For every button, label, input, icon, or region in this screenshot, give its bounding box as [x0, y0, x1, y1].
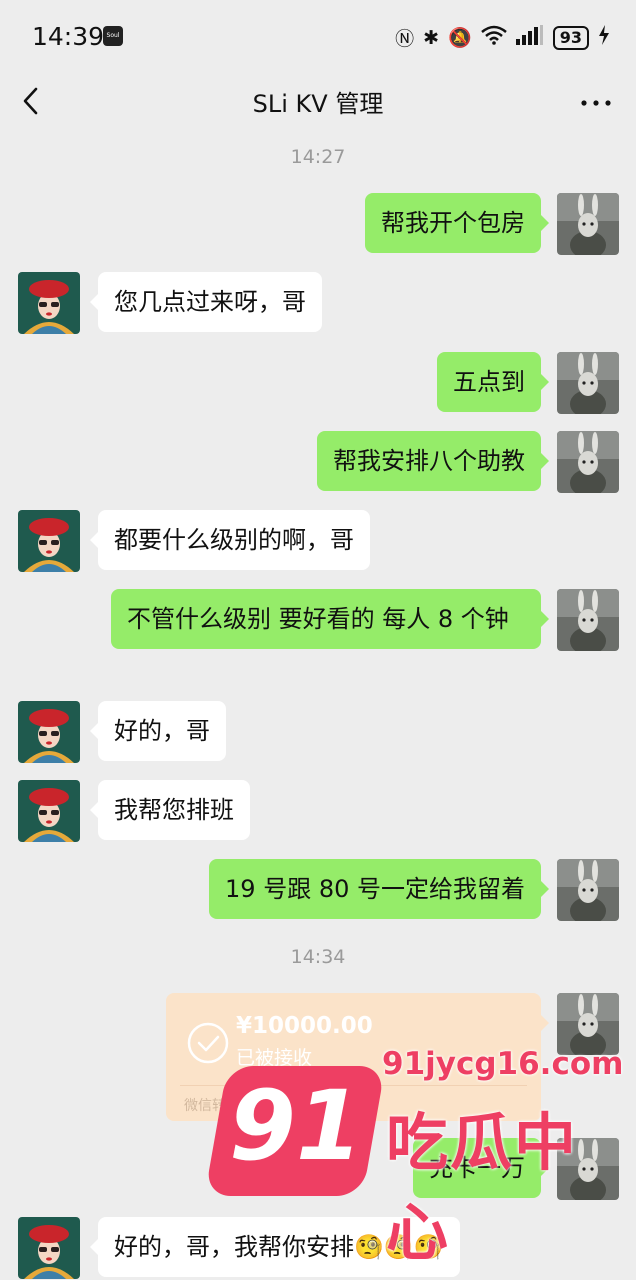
my-avatar[interactable] [557, 859, 619, 921]
contact-avatar[interactable] [18, 510, 80, 572]
wifi-icon [480, 25, 507, 50]
contact-avatar[interactable] [18, 272, 80, 334]
outgoing-message[interactable]: 19 号跟 80 号一定给我留着 [209, 859, 549, 919]
chat-header: SLi KV 管理 [0, 76, 636, 126]
more-dots-icon [581, 100, 611, 106]
charging-icon [598, 25, 610, 50]
incoming-message[interactable]: 好的，哥 [90, 701, 226, 761]
check-circle-icon [186, 1021, 230, 1065]
outgoing-message[interactable]: 帮我安排八个助教 [317, 431, 549, 491]
contact-avatar[interactable] [18, 701, 80, 763]
incoming-message[interactable]: 您几点过来呀，哥 [90, 272, 322, 332]
contact-avatar[interactable] [18, 780, 80, 842]
signal-icon [515, 25, 544, 50]
my-avatar[interactable] [557, 352, 619, 414]
transfer-amount: ¥10000.00 [236, 1013, 373, 1039]
my-avatar[interactable] [557, 193, 619, 255]
status-time: 14:39 [32, 22, 105, 51]
bluetooth-icon: ✱ [423, 26, 440, 49]
nfc-icon: Ⓝ [395, 28, 415, 50]
message-timestamp: 14:34 [290, 946, 346, 968]
outgoing-message[interactable]: 帮我开个包房 [365, 193, 549, 253]
my-avatar[interactable] [557, 431, 619, 493]
watermark-name: 吃瓜中心 [386, 1106, 579, 1269]
outgoing-message[interactable]: 不管什么级别 要好看的 每人 8 个钟 [111, 589, 549, 649]
status-bar: 14:39 Soul Ⓝ ✱ 🔕 93 [0, 0, 636, 76]
mute-icon: 🔕 [448, 27, 472, 49]
watermark-logo-text: 91 [229, 1070, 363, 1182]
chat-title: SLi KV 管理 [252, 90, 384, 118]
incoming-message[interactable]: 都要什么级别的啊，哥 [90, 510, 370, 570]
status-icons: Ⓝ ✱ 🔕 93 [395, 24, 610, 51]
outgoing-message[interactable]: 五点到 [437, 352, 549, 412]
incoming-message[interactable]: 我帮您排班 [90, 780, 250, 840]
soul-app-icon: Soul [103, 26, 123, 46]
contact-avatar[interactable] [18, 1217, 80, 1279]
message-timestamp: 14:27 [290, 146, 346, 168]
battery-indicator: 93 [552, 25, 589, 50]
watermark-logo: 91 [204, 1066, 386, 1196]
my-avatar[interactable] [557, 589, 619, 651]
more-button[interactable] [578, 80, 614, 120]
watermark-url: 91jycg16.com [382, 1046, 624, 1082]
